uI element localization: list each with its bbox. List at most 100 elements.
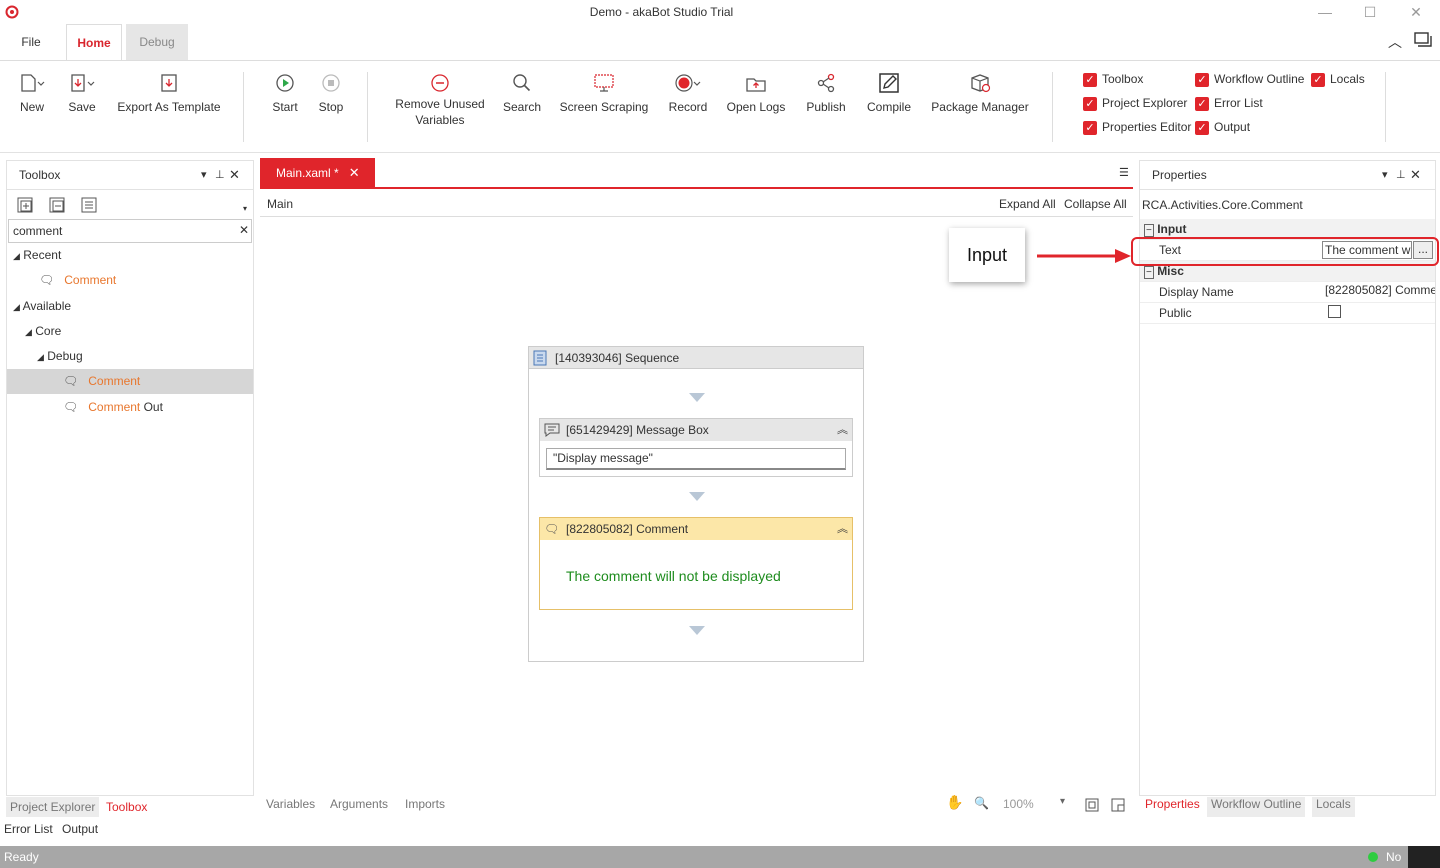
sequence-activity[interactable]: [140393046] Sequence [651429429] Message… — [528, 346, 864, 662]
new-button[interactable]: New — [14, 70, 50, 114]
maximize-icon[interactable]: ☐ — [1358, 2, 1382, 22]
tab-workflow-outline[interactable]: Workflow Outline — [1207, 797, 1306, 817]
expand-all-link[interactable]: Expand All — [999, 197, 1056, 211]
zoom-level[interactable]: 100% — [1003, 797, 1034, 811]
drop-arrow-icon[interactable] — [689, 626, 705, 635]
toggle-project-explorer[interactable]: ✓ Project Explorer — [1083, 96, 1187, 111]
toggle-properties-editor[interactable]: ✓ Properties Editor — [1083, 120, 1191, 135]
doc-tab-main[interactable]: Main.xaml * ✕ — [260, 158, 375, 188]
dropdown-icon[interactable]: ▾ — [201, 161, 207, 189]
collapse-all-icon[interactable] — [49, 197, 65, 213]
drop-arrow-icon[interactable] — [689, 393, 705, 402]
stop-button[interactable]: Stop — [312, 70, 350, 114]
fit-screen-icon[interactable] — [1085, 798, 1099, 812]
collapse-all-link[interactable]: Collapse All — [1064, 197, 1127, 211]
toggle-toolbox[interactable]: ✓ Toolbox — [1083, 72, 1143, 87]
minimize-icon[interactable]: — — [1313, 2, 1337, 22]
zoom-search-icon[interactable]: 🔍 — [974, 796, 989, 810]
comment-activity[interactable]: 🗨 [822805082] Comment ︽ The comment will… — [539, 517, 853, 610]
toggle-output[interactable]: ✓ Output — [1195, 120, 1250, 135]
compile-button[interactable]: Compile — [862, 70, 916, 114]
close-icon[interactable]: ✕ — [229, 161, 240, 189]
collapse-category-icon[interactable]: − — [1144, 266, 1154, 279]
tab-project-explorer[interactable]: Project Explorer — [6, 797, 99, 817]
message-box-activity[interactable]: [651429429] Message Box ︽ "Display messa… — [539, 418, 853, 477]
collapse-arrow-icon[interactable]: ◢ — [25, 327, 32, 337]
collapse-arrow-icon[interactable]: ◢ — [13, 251, 20, 261]
tree-node-available[interactable]: ◢ Available — [13, 294, 71, 320]
property-row-public[interactable]: Public — [1140, 303, 1435, 324]
record-button[interactable]: Record — [664, 70, 712, 114]
package-manager-button[interactable]: Package Manager — [928, 70, 1032, 114]
checkbox-checked-icon[interactable]: ✓ — [1311, 72, 1325, 87]
tree-node-recent[interactable]: ◢ Recent — [13, 243, 61, 269]
notification-icon[interactable] — [1408, 846, 1440, 868]
close-tab-icon[interactable]: ✕ — [349, 165, 360, 180]
checkbox-checked-icon[interactable]: ✓ — [1195, 96, 1209, 111]
tab-arguments[interactable]: Arguments — [330, 797, 388, 811]
tab-error-list[interactable]: Error List — [4, 819, 53, 839]
display-name-input[interactable]: [822805082] Comme — [1325, 280, 1435, 301]
sequence-header[interactable]: [140393046] Sequence — [529, 347, 863, 369]
tab-toolbox[interactable]: Toolbox — [106, 797, 147, 817]
screen-scraping-button[interactable]: Screen Scraping — [558, 70, 650, 114]
tab-menu-icon[interactable]: ☰ — [1119, 166, 1129, 179]
scroll-down-icon[interactable]: ▾ — [243, 204, 247, 213]
toggle-error-list[interactable]: ✓ Error List — [1195, 96, 1263, 111]
remove-unused-variables-button[interactable]: Remove Unused Variables — [390, 70, 490, 128]
tab-home[interactable]: Home — [66, 24, 122, 60]
tree-item-comment-out[interactable]: 🗨 Comment Out — [63, 395, 163, 420]
overview-icon[interactable] — [1111, 798, 1125, 812]
window-layout-icon[interactable] — [1414, 32, 1432, 48]
collapse-category-icon[interactable]: − — [1144, 224, 1154, 237]
public-checkbox[interactable] — [1328, 305, 1341, 318]
comment-header[interactable]: 🗨 [822805082] Comment ︽ — [540, 518, 852, 540]
checkbox-checked-icon[interactable]: ✓ — [1195, 120, 1209, 135]
pin-icon[interactable]: ⊥ — [1396, 161, 1406, 189]
clear-search-icon[interactable]: ✕ — [239, 223, 249, 237]
message-box-header[interactable]: [651429429] Message Box ︽ — [540, 419, 852, 441]
toggle-locals[interactable]: ✓ Locals — [1311, 72, 1365, 87]
drop-arrow-icon[interactable] — [689, 492, 705, 501]
tree-item-recent-comment[interactable]: 🗨 Comment — [39, 268, 116, 293]
collapse-arrow-icon[interactable]: ◢ — [37, 352, 44, 362]
tab-debug[interactable]: Debug — [126, 24, 188, 60]
toolbox-search-box[interactable]: comment ✕ — [8, 219, 252, 243]
search-button[interactable]: Search — [500, 70, 544, 114]
start-button[interactable]: Start — [266, 70, 304, 114]
save-button[interactable]: Save — [64, 70, 100, 114]
hand-tool-icon[interactable]: ✋ — [946, 794, 963, 811]
expand-all-icon[interactable] — [17, 197, 33, 213]
tab-imports[interactable]: Imports — [405, 797, 445, 811]
checkbox-checked-icon[interactable]: ✓ — [1195, 72, 1209, 87]
tree-node-debug[interactable]: ◢ Debug — [37, 344, 83, 370]
tree-node-core[interactable]: ◢ Core — [25, 319, 61, 345]
property-row-display-name[interactable]: Display Name [822805082] Comme — [1140, 282, 1435, 303]
collapse-activity-icon[interactable]: ︽ — [837, 419, 848, 441]
close-icon[interactable]: ✕ — [1410, 161, 1421, 189]
dropdown-icon[interactable]: ▾ — [1382, 161, 1388, 189]
collapse-activity-icon[interactable]: ︽ — [837, 518, 848, 540]
tab-file[interactable]: File — [8, 24, 54, 60]
open-logs-button[interactable]: Open Logs — [724, 70, 788, 114]
collapse-ribbon-icon[interactable]: ︿ — [1388, 32, 1402, 52]
collapse-arrow-icon[interactable]: ◢ — [13, 302, 20, 312]
close-icon[interactable]: ✕ — [1404, 2, 1428, 22]
tree-item-comment[interactable]: 🗨 Comment — [63, 369, 140, 394]
checkbox-checked-icon[interactable]: ✓ — [1083, 72, 1097, 87]
tab-output[interactable]: Output — [62, 819, 98, 839]
tab-variables[interactable]: Variables — [266, 797, 315, 811]
tab-locals[interactable]: Locals — [1312, 797, 1355, 817]
tab-properties[interactable]: Properties — [1145, 797, 1200, 811]
export-template-button[interactable]: Export As Template — [114, 70, 224, 114]
pin-icon[interactable]: ⊥ — [215, 161, 225, 189]
zoom-dropdown-icon[interactable]: ▾ — [1060, 796, 1065, 807]
publish-button[interactable]: Publish — [802, 70, 850, 114]
checkbox-checked-icon[interactable]: ✓ — [1083, 96, 1097, 111]
toolbox-search-input[interactable]: comment — [13, 224, 62, 238]
toggle-workflow-outline[interactable]: ✓ Workflow Outline — [1195, 72, 1304, 87]
breadcrumb[interactable]: Main — [267, 197, 293, 211]
list-view-icon[interactable] — [81, 197, 97, 213]
checkbox-checked-icon[interactable]: ✓ — [1083, 120, 1097, 135]
message-input[interactable]: "Display message" — [546, 448, 846, 470]
